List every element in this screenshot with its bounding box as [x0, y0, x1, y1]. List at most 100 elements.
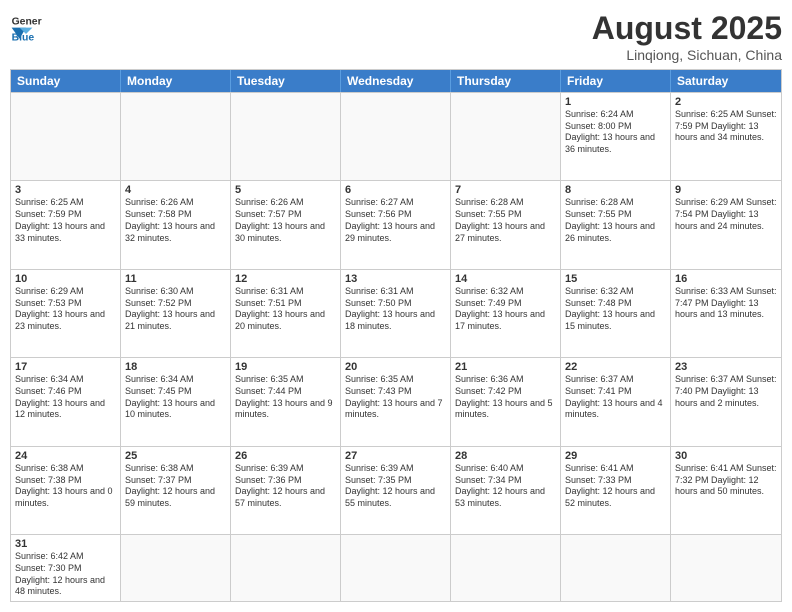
- day-header-thursday: Thursday: [451, 70, 561, 92]
- calendar-cell-r2c4: 14Sunrise: 6:32 AM Sunset: 7:49 PM Dayli…: [451, 270, 561, 357]
- day-number: 25: [125, 450, 226, 462]
- day-info: Sunrise: 6:42 AM Sunset: 7:30 PM Dayligh…: [15, 551, 116, 598]
- calendar-cell-r5c3: [341, 535, 451, 601]
- calendar-cell-r4c2: 26Sunrise: 6:39 AM Sunset: 7:36 PM Dayli…: [231, 447, 341, 534]
- calendar-cell-r2c2: 12Sunrise: 6:31 AM Sunset: 7:51 PM Dayli…: [231, 270, 341, 357]
- day-info: Sunrise: 6:38 AM Sunset: 7:37 PM Dayligh…: [125, 463, 226, 510]
- calendar-cell-r0c0: [11, 93, 121, 180]
- calendar-cell-r0c4: [451, 93, 561, 180]
- day-info: Sunrise: 6:34 AM Sunset: 7:46 PM Dayligh…: [15, 374, 116, 421]
- day-header-monday: Monday: [121, 70, 231, 92]
- calendar-cell-r1c5: 8Sunrise: 6:28 AM Sunset: 7:55 PM Daylig…: [561, 181, 671, 268]
- calendar-cell-r4c6: 30Sunrise: 6:41 AM Sunset: 7:32 PM Dayli…: [671, 447, 781, 534]
- day-number: 17: [15, 361, 116, 373]
- day-header-tuesday: Tuesday: [231, 70, 341, 92]
- day-info: Sunrise: 6:34 AM Sunset: 7:45 PM Dayligh…: [125, 374, 226, 421]
- calendar-cell-r3c6: 23Sunrise: 6:37 AM Sunset: 7:40 PM Dayli…: [671, 358, 781, 445]
- day-number: 13: [345, 273, 446, 285]
- calendar-row-1: 3Sunrise: 6:25 AM Sunset: 7:59 PM Daylig…: [11, 180, 781, 268]
- day-number: 10: [15, 273, 116, 285]
- day-info: Sunrise: 6:39 AM Sunset: 7:36 PM Dayligh…: [235, 463, 336, 510]
- day-info: Sunrise: 6:37 AM Sunset: 7:40 PM Dayligh…: [675, 374, 777, 409]
- day-info: Sunrise: 6:28 AM Sunset: 7:55 PM Dayligh…: [565, 197, 666, 244]
- day-number: 30: [675, 450, 777, 462]
- day-info: Sunrise: 6:41 AM Sunset: 7:33 PM Dayligh…: [565, 463, 666, 510]
- day-info: Sunrise: 6:36 AM Sunset: 7:42 PM Dayligh…: [455, 374, 556, 421]
- day-header-wednesday: Wednesday: [341, 70, 451, 92]
- day-number: 29: [565, 450, 666, 462]
- calendar-cell-r2c3: 13Sunrise: 6:31 AM Sunset: 7:50 PM Dayli…: [341, 270, 451, 357]
- day-number: 2: [675, 96, 777, 108]
- calendar-cell-r1c2: 5Sunrise: 6:26 AM Sunset: 7:57 PM Daylig…: [231, 181, 341, 268]
- svg-text:Blue: Blue: [12, 32, 35, 42]
- day-info: Sunrise: 6:26 AM Sunset: 7:57 PM Dayligh…: [235, 197, 336, 244]
- day-info: Sunrise: 6:41 AM Sunset: 7:32 PM Dayligh…: [675, 463, 777, 498]
- title-block: August 2025 Linqiong, Sichuan, China: [592, 10, 782, 63]
- day-number: 26: [235, 450, 336, 462]
- logo: General Blue: [10, 10, 42, 42]
- day-header-sunday: Sunday: [11, 70, 121, 92]
- calendar-cell-r5c5: [561, 535, 671, 601]
- day-info: Sunrise: 6:26 AM Sunset: 7:58 PM Dayligh…: [125, 197, 226, 244]
- calendar-cell-r1c0: 3Sunrise: 6:25 AM Sunset: 7:59 PM Daylig…: [11, 181, 121, 268]
- calendar-cell-r3c2: 19Sunrise: 6:35 AM Sunset: 7:44 PM Dayli…: [231, 358, 341, 445]
- calendar-cell-r3c5: 22Sunrise: 6:37 AM Sunset: 7:41 PM Dayli…: [561, 358, 671, 445]
- calendar-body: 1Sunrise: 6:24 AM Sunset: 8:00 PM Daylig…: [11, 92, 781, 601]
- day-info: Sunrise: 6:40 AM Sunset: 7:34 PM Dayligh…: [455, 463, 556, 510]
- day-info: Sunrise: 6:29 AM Sunset: 7:53 PM Dayligh…: [15, 286, 116, 333]
- day-info: Sunrise: 6:24 AM Sunset: 8:00 PM Dayligh…: [565, 109, 666, 156]
- calendar-cell-r0c6: 2Sunrise: 6:25 AM Sunset: 7:59 PM Daylig…: [671, 93, 781, 180]
- calendar-cell-r3c4: 21Sunrise: 6:36 AM Sunset: 7:42 PM Dayli…: [451, 358, 561, 445]
- calendar-cell-r1c4: 7Sunrise: 6:28 AM Sunset: 7:55 PM Daylig…: [451, 181, 561, 268]
- day-number: 5: [235, 184, 336, 196]
- calendar-cell-r5c1: [121, 535, 231, 601]
- day-number: 4: [125, 184, 226, 196]
- day-number: 20: [345, 361, 446, 373]
- calendar-cell-r4c5: 29Sunrise: 6:41 AM Sunset: 7:33 PM Dayli…: [561, 447, 671, 534]
- header: General Blue August 2025 Linqiong, Sichu…: [10, 10, 782, 63]
- location-subtitle: Linqiong, Sichuan, China: [592, 47, 782, 63]
- day-number: 18: [125, 361, 226, 373]
- calendar-cell-r3c1: 18Sunrise: 6:34 AM Sunset: 7:45 PM Dayli…: [121, 358, 231, 445]
- calendar-row-3: 17Sunrise: 6:34 AM Sunset: 7:46 PM Dayli…: [11, 357, 781, 445]
- calendar-cell-r1c1: 4Sunrise: 6:26 AM Sunset: 7:58 PM Daylig…: [121, 181, 231, 268]
- calendar-cell-r4c4: 28Sunrise: 6:40 AM Sunset: 7:34 PM Dayli…: [451, 447, 561, 534]
- day-number: 28: [455, 450, 556, 462]
- calendar-cell-r3c0: 17Sunrise: 6:34 AM Sunset: 7:46 PM Dayli…: [11, 358, 121, 445]
- day-info: Sunrise: 6:35 AM Sunset: 7:44 PM Dayligh…: [235, 374, 336, 421]
- calendar-cell-r5c4: [451, 535, 561, 601]
- calendar-header: SundayMondayTuesdayWednesdayThursdayFrid…: [11, 70, 781, 92]
- day-number: 31: [15, 538, 116, 550]
- day-number: 19: [235, 361, 336, 373]
- calendar-cell-r1c3: 6Sunrise: 6:27 AM Sunset: 7:56 PM Daylig…: [341, 181, 451, 268]
- calendar-cell-r5c6: [671, 535, 781, 601]
- day-info: Sunrise: 6:28 AM Sunset: 7:55 PM Dayligh…: [455, 197, 556, 244]
- month-title: August 2025: [592, 10, 782, 47]
- calendar-cell-r2c6: 16Sunrise: 6:33 AM Sunset: 7:47 PM Dayli…: [671, 270, 781, 357]
- calendar-row-5: 31Sunrise: 6:42 AM Sunset: 7:30 PM Dayli…: [11, 534, 781, 601]
- day-number: 15: [565, 273, 666, 285]
- day-number: 16: [675, 273, 777, 285]
- generalblue-logo-icon: General Blue: [10, 10, 42, 42]
- calendar-cell-r5c2: [231, 535, 341, 601]
- day-number: 7: [455, 184, 556, 196]
- page: General Blue August 2025 Linqiong, Sichu…: [0, 0, 792, 612]
- day-info: Sunrise: 6:27 AM Sunset: 7:56 PM Dayligh…: [345, 197, 446, 244]
- day-info: Sunrise: 6:25 AM Sunset: 7:59 PM Dayligh…: [15, 197, 116, 244]
- day-number: 8: [565, 184, 666, 196]
- day-info: Sunrise: 6:38 AM Sunset: 7:38 PM Dayligh…: [15, 463, 116, 510]
- calendar: SundayMondayTuesdayWednesdayThursdayFrid…: [10, 69, 782, 602]
- day-info: Sunrise: 6:32 AM Sunset: 7:48 PM Dayligh…: [565, 286, 666, 333]
- day-header-friday: Friday: [561, 70, 671, 92]
- calendar-cell-r4c0: 24Sunrise: 6:38 AM Sunset: 7:38 PM Dayli…: [11, 447, 121, 534]
- day-info: Sunrise: 6:31 AM Sunset: 7:50 PM Dayligh…: [345, 286, 446, 333]
- calendar-cell-r2c0: 10Sunrise: 6:29 AM Sunset: 7:53 PM Dayli…: [11, 270, 121, 357]
- calendar-cell-r4c1: 25Sunrise: 6:38 AM Sunset: 7:37 PM Dayli…: [121, 447, 231, 534]
- day-number: 1: [565, 96, 666, 108]
- calendar-cell-r3c3: 20Sunrise: 6:35 AM Sunset: 7:43 PM Dayli…: [341, 358, 451, 445]
- calendar-cell-r5c0: 31Sunrise: 6:42 AM Sunset: 7:30 PM Dayli…: [11, 535, 121, 601]
- day-number: 14: [455, 273, 556, 285]
- calendar-row-2: 10Sunrise: 6:29 AM Sunset: 7:53 PM Dayli…: [11, 269, 781, 357]
- day-number: 22: [565, 361, 666, 373]
- day-info: Sunrise: 6:39 AM Sunset: 7:35 PM Dayligh…: [345, 463, 446, 510]
